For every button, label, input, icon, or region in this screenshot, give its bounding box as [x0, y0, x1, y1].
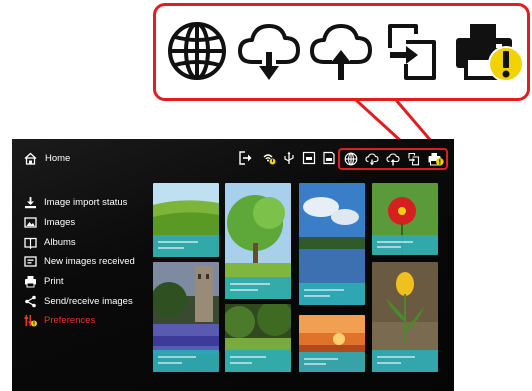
- usb-icon[interactable]: [282, 151, 296, 165]
- wifi-warning-icon[interactable]: [262, 151, 276, 165]
- thumbnail-caption: [372, 350, 438, 372]
- menu-label: Send/receive images: [44, 295, 133, 307]
- menu-label: Image import status: [44, 197, 128, 209]
- thumbnail-red-flower[interactable]: [372, 183, 438, 255]
- toolbar: [238, 148, 448, 170]
- menu-item-images[interactable]: Images: [24, 213, 164, 233]
- callout-zoom-box: [153, 3, 530, 101]
- albums-icon: [24, 237, 37, 249]
- thumbnail-caption: [153, 235, 219, 257]
- menu-item-import-status[interactable]: Image import status: [24, 193, 164, 213]
- menu-item-send-receive[interactable]: Send/receive images: [24, 291, 164, 311]
- menu-label: Print: [44, 276, 64, 288]
- download-icon: [25, 197, 36, 209]
- highlight-box: [338, 148, 448, 170]
- share-icon: [25, 295, 36, 308]
- thumbnail-caption: [372, 235, 438, 255]
- menu-label: Images: [44, 217, 76, 229]
- home-link[interactable]: Home: [24, 150, 70, 166]
- menu-label: Albums: [44, 236, 76, 248]
- thumbnail-tree[interactable]: [225, 183, 291, 299]
- thumbnail-caption: [225, 350, 291, 372]
- menu-item-albums[interactable]: Albums: [24, 232, 164, 252]
- cloud-download-icon: [238, 24, 300, 80]
- thumbnail-caption: [299, 283, 365, 305]
- tv-screen: Home Image import status Images Albums N…: [12, 139, 454, 391]
- printer-warning-icon: [456, 24, 524, 82]
- thumbnail-caption: [153, 350, 219, 372]
- side-menu: Image import status Images Albums New im…: [24, 193, 164, 331]
- thumbnail-lake[interactable]: [299, 183, 365, 305]
- logout-icon[interactable]: [238, 151, 252, 165]
- sd-card-icon[interactable]: [322, 151, 336, 165]
- thumbnail-yellow-flower[interactable]: [372, 262, 438, 372]
- menu-label: Preferences: [44, 315, 96, 327]
- menu-item-new-images[interactable]: New images received: [24, 252, 164, 272]
- preferences-warning-icon: [24, 315, 37, 327]
- printer-warning-icon[interactable]: [428, 152, 444, 166]
- new-images-icon: [24, 256, 37, 268]
- menu-item-preferences[interactable]: Preferences: [24, 311, 164, 331]
- globe-icon[interactable]: [344, 152, 358, 166]
- menu-label: New images received: [44, 256, 135, 268]
- copy-import-icon[interactable]: [407, 152, 421, 166]
- copy-import-icon: [388, 24, 436, 80]
- cloud-upload-icon[interactable]: [386, 152, 400, 166]
- home-icon: [24, 152, 37, 165]
- images-icon: [24, 217, 37, 228]
- cloud-download-icon[interactable]: [365, 152, 379, 166]
- home-label: Home: [45, 152, 71, 164]
- thumbnail-forest[interactable]: [225, 304, 291, 372]
- thumbnail-castle[interactable]: [153, 262, 219, 372]
- card-icon[interactable]: [302, 151, 316, 165]
- thumbnail-sunset[interactable]: [299, 315, 365, 372]
- thumbnail-caption: [225, 277, 291, 299]
- menu-item-print[interactable]: Print: [24, 272, 164, 292]
- printer-icon: [25, 276, 36, 288]
- cloud-upload-icon: [310, 24, 372, 80]
- globe-icon: [168, 22, 226, 80]
- thumbnail-meadow[interactable]: [153, 183, 219, 257]
- thumbnail-caption: [299, 352, 365, 372]
